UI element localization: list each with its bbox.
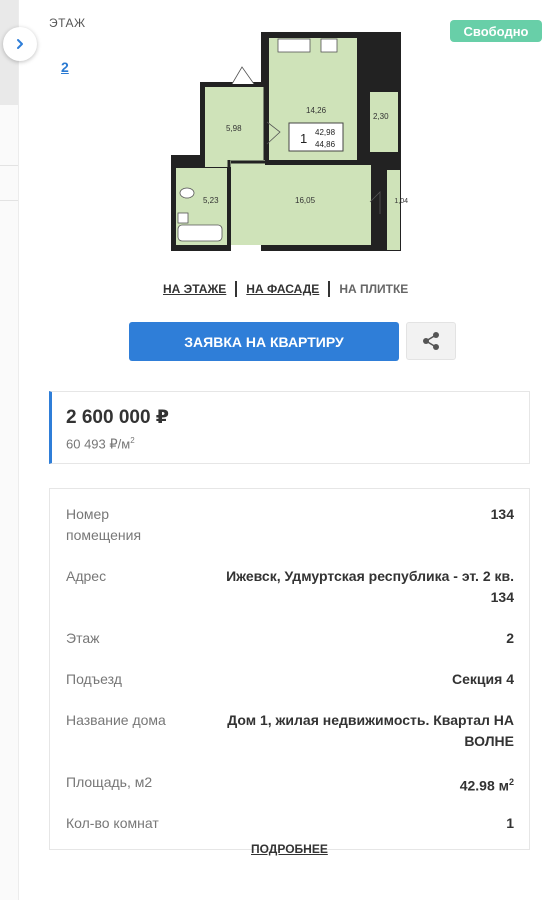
detail-area-unit-power: 2 — [508, 777, 514, 787]
plan-label-kitchen: 14,26 — [306, 106, 327, 115]
price-per-sqm: 60 493 ₽/м2 — [66, 436, 135, 452]
view-on-facade-link[interactable]: НА ФАСАДЕ — [246, 282, 319, 296]
detail-value: 42.98 м2 — [460, 772, 514, 797]
apartment-details: Номер помещения 134 Адрес Ижевск, Удмурт… — [49, 488, 530, 850]
detail-value: 2 — [506, 630, 514, 646]
apply-for-apartment-button[interactable]: ЗАЯВКА НА КВАРТИРУ — [129, 322, 399, 361]
plan-label-bedroom: 16,05 — [295, 196, 316, 205]
plan-view-links: НА ЭТАЖЕ НА ФАСАДЕ НА ПЛИТКЕ — [163, 280, 408, 298]
plan-label-loggia: 1,04 — [394, 198, 408, 205]
plan-label-hall: 5,98 — [226, 124, 242, 133]
price-total: 2 600 000 ₽ — [66, 407, 170, 428]
detail-value: 134 — [490, 506, 514, 522]
view-on-grid-link[interactable]: НА ПЛИТКЕ — [339, 282, 408, 296]
sidebar-divider — [0, 200, 18, 201]
detail-label: Адрес — [66, 568, 107, 584]
chevron-right-icon — [17, 39, 23, 49]
view-on-floor-link[interactable]: НА ЭТАЖЕ — [163, 282, 226, 296]
plan-room-count: 1 — [300, 131, 307, 146]
room-loggia — [387, 170, 400, 250]
plan-sink — [177, 212, 189, 224]
floor-number-link[interactable]: 2 — [61, 59, 69, 75]
plan-label-balcony: 2,30 — [373, 112, 389, 121]
detail-label: Кол-во комнат — [66, 815, 159, 831]
price-card: 2 600 000 ₽ 60 493 ₽/м2 — [49, 391, 530, 464]
plan-wall — [356, 32, 401, 92]
divider — [235, 281, 238, 297]
detail-label: Название дома — [66, 712, 166, 728]
price-per-sqm-unit-power: 2 — [130, 436, 135, 445]
detail-value: Ижевск, Удмуртская республика - эт. 2 кв… — [226, 568, 514, 605]
detail-value: 1 — [506, 815, 514, 831]
plan-door — [231, 66, 255, 85]
divider — [328, 281, 331, 297]
detail-label: Номер помещения — [66, 506, 142, 543]
share-icon — [423, 332, 439, 350]
plan-bathtub — [177, 224, 223, 242]
left-sidebar-strip — [0, 0, 19, 900]
more-details-link[interactable]: ПОДРОБНЕЕ — [251, 842, 328, 856]
detail-value: Секция 4 — [452, 671, 514, 687]
plan-toilet — [179, 187, 195, 199]
plan-area-living: 42,98 — [315, 128, 336, 137]
detail-label: Подъезд — [66, 671, 122, 687]
sidebar-divider — [0, 165, 18, 166]
room-bedroom — [231, 165, 371, 245]
plan-kitchen-counter — [277, 38, 311, 53]
plan-label-bathroom: 5,23 — [203, 196, 219, 205]
floor-label: ЭТАЖ — [49, 16, 86, 30]
expand-panel-button[interactable] — [3, 27, 37, 61]
floor-plan: 1 42,98 44,86 14,26 5,98 2,30 5,23 16,05… — [171, 32, 408, 251]
plan-area-total: 44,86 — [315, 140, 336, 149]
room-balcony — [370, 92, 398, 152]
detail-value: Дом 1, жилая недвижимость. Квартал НА ВО… — [227, 712, 514, 749]
status-badge: Свободно — [450, 20, 542, 42]
share-button[interactable] — [406, 322, 456, 360]
price-per-sqm-value: 60 493 ₽/м — [66, 436, 131, 452]
detail-area-value: 42.98 м — [459, 777, 509, 794]
detail-label: Этаж — [66, 630, 100, 646]
detail-label: Площадь, м2 — [66, 774, 153, 790]
plan-stove — [320, 38, 338, 53]
